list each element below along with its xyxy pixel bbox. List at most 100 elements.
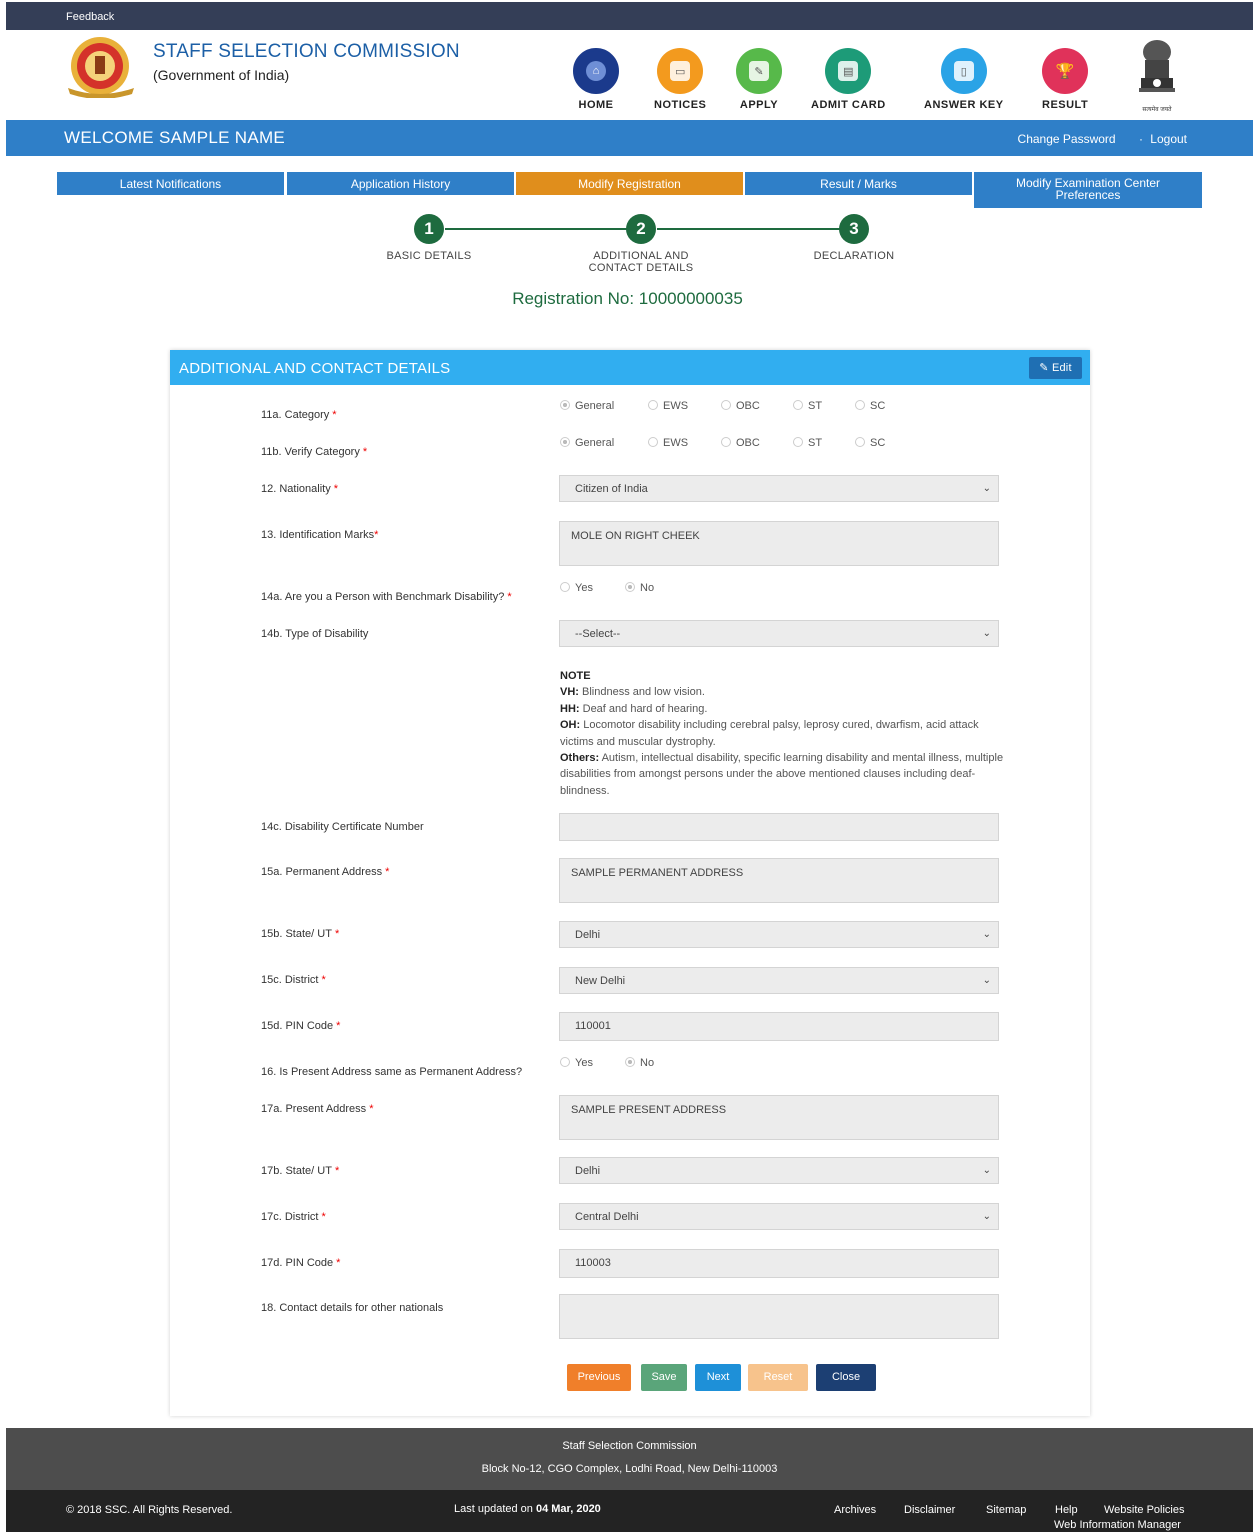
footer-link-archives[interactable]: Archives: [834, 1504, 876, 1516]
nav-notices[interactable]: ▭ NOTICES: [654, 48, 706, 111]
disability-type-label: 14b. Type of Disability: [261, 628, 369, 640]
other-nationals-label: 18. Contact details for other nationals: [261, 1302, 444, 1314]
verify-sc-radio[interactable]: SC: [855, 437, 885, 449]
save-button[interactable]: Save: [641, 1364, 687, 1391]
tab-modify-exam-center[interactable]: Modify Examination Center Preferences: [974, 172, 1202, 208]
org-name: STAFF SELECTION COMMISSION: [153, 41, 460, 62]
category-st-radio[interactable]: ST: [793, 400, 822, 412]
identification-label: 13. Identification Marks*: [261, 529, 379, 541]
perm-pin-input[interactable]: 110001: [559, 1012, 999, 1041]
tab-result-marks[interactable]: Result / Marks: [745, 172, 972, 195]
radio-label: SC: [870, 437, 886, 449]
ssc-logo-icon: [68, 37, 134, 98]
verify-st-radio[interactable]: ST: [793, 437, 822, 449]
trophy-icon: 🏆: [1042, 48, 1089, 94]
pres-pin-label-text: 17d. PIN Code: [261, 1257, 334, 1269]
pres-state-value: Delhi: [575, 1165, 601, 1177]
pres-state-label-text: 17b. State/ UT: [261, 1165, 332, 1177]
pres-state-select[interactable]: Delhi ⌄: [559, 1157, 999, 1184]
nav-answer-key-label: ANSWER KEY: [924, 99, 1004, 111]
footer-link-website-policies[interactable]: Website Policies: [1104, 1504, 1185, 1516]
reset-button[interactable]: Reset: [748, 1364, 808, 1391]
tab-latest-notifications[interactable]: Latest Notifications: [57, 172, 284, 195]
chevron-down-icon: ⌄: [982, 1165, 991, 1176]
admit-card-icon: ▤: [825, 48, 872, 94]
perm-district-label: 15c. District *: [261, 974, 326, 986]
identification-textarea[interactable]: MOLE ON RIGHT CHEEK: [559, 521, 999, 566]
tab-modify-registration[interactable]: Modify Registration: [516, 172, 743, 195]
pres-pin-input[interactable]: 110003: [559, 1249, 999, 1278]
same-address-yes-radio[interactable]: Yes: [560, 1057, 593, 1069]
nav-result[interactable]: 🏆 RESULT: [1042, 48, 1089, 111]
panel-header: ADDITIONAL AND CONTACT DETAILS ✎ Edit: [170, 350, 1090, 385]
welcome-text: WELCOME SAMPLE NAME: [64, 128, 286, 147]
perm-district-select[interactable]: New Delhi ⌄: [559, 967, 999, 994]
edit-button[interactable]: ✎ Edit: [1029, 357, 1082, 379]
registration-number: Registration No: 10000000035: [512, 289, 743, 308]
pres-district-select[interactable]: Central Delhi ⌄: [559, 1203, 999, 1230]
verify-obc-radio[interactable]: OBC: [721, 437, 760, 449]
emblem-caption: सत्यमेव जयते: [1142, 107, 1172, 113]
perm-state-select[interactable]: Delhi ⌄: [559, 921, 999, 948]
edit-label: Edit: [1051, 362, 1072, 374]
tab-application-history[interactable]: Application History: [287, 172, 514, 195]
nav-apply-label: APPLY: [739, 99, 779, 111]
change-password-link[interactable]: Change Password: [1018, 132, 1116, 146]
footer-link-web-manager[interactable]: Web Information Manager: [1054, 1519, 1181, 1531]
nationality-label-text: 12. Nationality: [261, 483, 331, 495]
pwbd-label-text: 14a. Are you a Person with Benchmark Dis…: [261, 591, 505, 603]
details-panel: ADDITIONAL AND CONTACT DETAILS ✎ Edit 11…: [170, 350, 1090, 1416]
radio-label: Yes: [575, 1057, 593, 1069]
perm-address-textarea[interactable]: SAMPLE PERMANENT ADDRESS: [559, 858, 999, 903]
category-sc-radio[interactable]: SC: [855, 400, 885, 412]
close-button[interactable]: Close: [816, 1364, 876, 1391]
note-key: Others:: [560, 752, 600, 765]
cert-no-input[interactable]: [559, 813, 999, 841]
radio-label: Yes: [575, 582, 593, 594]
footer-bottom-bar: © 2018 SSC. All Rights Reserved. Last up…: [6, 1490, 1253, 1532]
nav-admit-card[interactable]: ▤ ADMIT CARD: [811, 48, 886, 111]
national-emblem: सत्यमेव जयते: [1131, 38, 1183, 113]
note-title: NOTE: [560, 670, 591, 682]
footer-link-disclaimer[interactable]: Disclaimer: [904, 1504, 955, 1516]
radio-label: ST: [808, 437, 823, 449]
pres-address-label: 17a. Present Address *: [261, 1103, 374, 1115]
nationality-select[interactable]: Citizen of India ⌄: [559, 475, 999, 502]
nationality-label: 12. Nationality *: [261, 483, 338, 495]
logout-label: Logout: [1150, 132, 1187, 146]
category-obc-radio[interactable]: OBC: [721, 400, 760, 412]
disability-type-select[interactable]: --Select-- ⌄: [559, 620, 999, 647]
pwbd-label: 14a. Are you a Person with Benchmark Dis…: [261, 591, 512, 603]
note-text: Locomotor disability including cerebral …: [560, 719, 979, 748]
footer-link-help[interactable]: Help: [1055, 1504, 1078, 1516]
next-button[interactable]: Next: [695, 1364, 741, 1391]
feedback-link[interactable]: Feedback: [66, 11, 114, 23]
step-2-circle: 2: [626, 214, 656, 244]
radio-label: OBC: [736, 437, 760, 449]
other-nationals-textarea[interactable]: [559, 1294, 999, 1339]
category-ews-radio[interactable]: EWS: [648, 400, 688, 412]
verify-ews-radio[interactable]: EWS: [648, 437, 688, 449]
identification-label-text: 13. Identification Marks: [261, 529, 375, 541]
previous-button[interactable]: Previous: [567, 1364, 631, 1391]
note-text: Deaf and hard of hearing.: [582, 702, 708, 715]
account-links: Change Password · Logout: [998, 132, 1187, 146]
perm-district-label-text: 15c. District: [261, 974, 319, 986]
logout-link[interactable]: · Logout: [1139, 132, 1187, 146]
footer-updated: Last updated on 04 Mar, 2020: [454, 1503, 601, 1515]
nav-home[interactable]: ⌂ HOME: [573, 48, 619, 111]
nav-apply[interactable]: ✎ APPLY: [736, 48, 782, 111]
pwbd-yes-radio[interactable]: Yes: [560, 582, 593, 594]
footer-address-bar: Staff Selection Commission Block No-12, …: [6, 1428, 1253, 1490]
footer-address: Block No-12, CGO Complex, Lodhi Road, Ne…: [481, 1463, 778, 1475]
verify-general-radio[interactable]: General: [560, 437, 614, 449]
nav-answer-key[interactable]: ▯ ANSWER KEY: [924, 48, 1004, 111]
category-general-radio[interactable]: General: [560, 400, 614, 412]
perm-district-value: New Delhi: [575, 975, 626, 987]
nav-admit-card-label: ADMIT CARD: [811, 99, 886, 111]
pres-address-textarea[interactable]: SAMPLE PRESENT ADDRESS: [559, 1095, 999, 1140]
footer-link-sitemap[interactable]: Sitemap: [986, 1504, 1026, 1516]
same-address-no-radio[interactable]: No: [625, 1057, 654, 1069]
same-address-label: 16. Is Present Address same as Permanent…: [261, 1066, 523, 1078]
pwbd-no-radio[interactable]: No: [625, 582, 654, 594]
